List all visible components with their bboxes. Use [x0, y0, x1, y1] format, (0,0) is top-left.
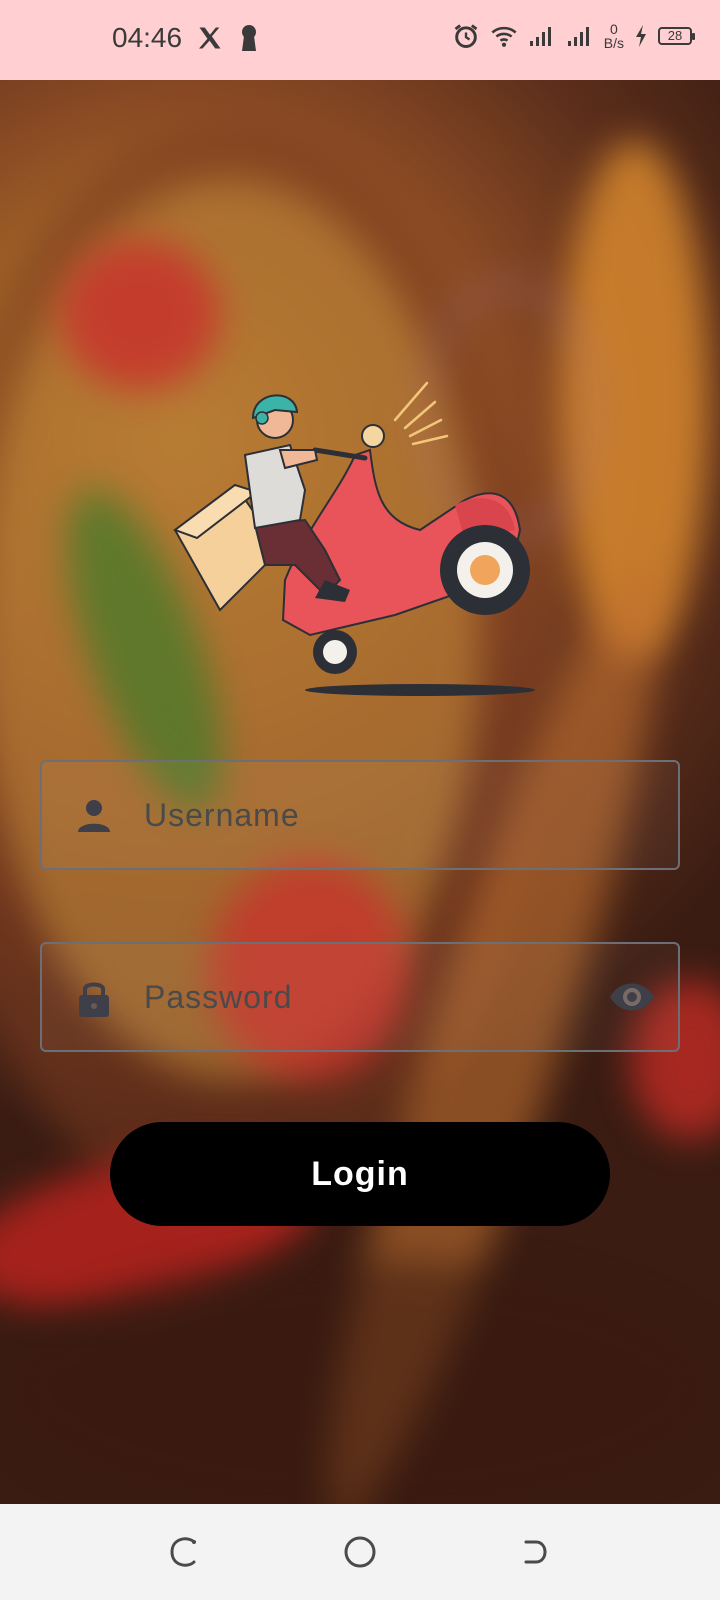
system-nav-bar	[0, 1504, 720, 1600]
person-icon	[78, 800, 110, 832]
username-field[interactable]	[40, 760, 680, 870]
x-app-icon	[199, 27, 221, 49]
battery-indicator: 28	[658, 27, 695, 45]
wifi-icon	[491, 26, 517, 47]
charging-icon	[636, 25, 646, 47]
username-input[interactable]	[144, 762, 574, 868]
status-bar: 04:46 0 B/s 28	[0, 0, 720, 80]
lock-icon	[79, 982, 109, 1017]
network-speed: 0 B/s	[603, 21, 624, 51]
password-field[interactable]	[40, 942, 680, 1052]
home-icon[interactable]	[342, 1534, 378, 1570]
recent-apps-icon[interactable]	[166, 1534, 202, 1570]
signal-icon-2	[567, 27, 589, 46]
login-button[interactable]: Login	[110, 1122, 610, 1226]
signal-icon-1	[529, 27, 551, 46]
back-icon[interactable]	[518, 1534, 554, 1570]
password-input[interactable]	[144, 944, 574, 1050]
eye-icon[interactable]	[608, 977, 656, 1017]
scooter-delivery-icon	[172, 381, 535, 696]
status-time: 04:46	[112, 22, 183, 53]
keyhole-icon	[242, 25, 257, 51]
alarm-icon	[454, 24, 478, 48]
